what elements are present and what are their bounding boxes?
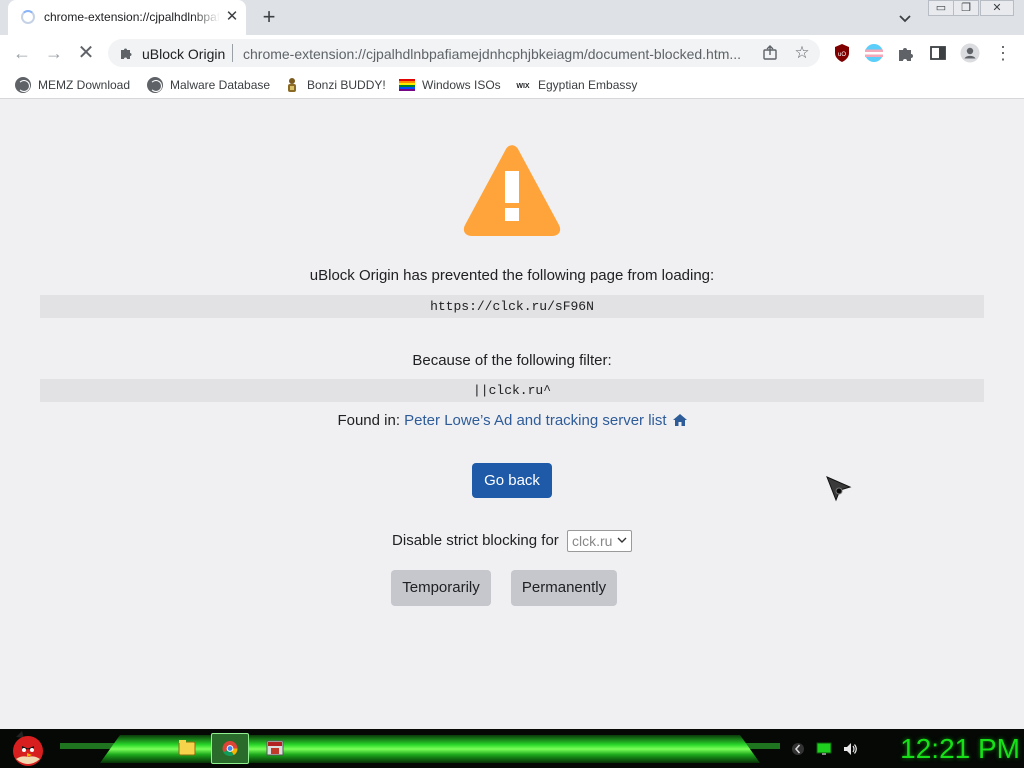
window-minimize-button[interactable]: ▭: [928, 0, 954, 16]
system-tray: [790, 741, 858, 757]
filter-message: Because of the following filter:: [412, 352, 612, 369]
svg-text:WIX: WIX: [516, 83, 530, 90]
active-tab[interactable]: chrome-extension://cjpalhdlnbpafiamejdnh…: [8, 0, 246, 35]
share-icon[interactable]: [762, 45, 778, 61]
bookmark-bonzi-buddy[interactable]: Bonzi BUDDY!: [284, 76, 386, 94]
tab-strip: chrome-extension://cjpalhdlnbpafiamejdnh…: [0, 0, 1024, 35]
mouse-cursor-icon: [826, 476, 852, 502]
back-button[interactable]: ←: [10, 41, 34, 65]
disable-strict-blocking-label: Disable strict blocking for: [392, 531, 559, 549]
warning-icon: [463, 145, 561, 236]
disable-strict-blocking-row: Disable strict blocking for clck.ru: [0, 530, 1024, 552]
url-text[interactable]: chrome-extension://cjpalhdlnbpafiamejdnh…: [243, 46, 755, 62]
window-maximize-button[interactable]: ❐: [953, 0, 979, 16]
volume-icon[interactable]: [842, 741, 858, 757]
chrome-taskbar-icon[interactable]: [211, 733, 249, 764]
extensions-puzzle-icon[interactable]: [896, 43, 916, 63]
side-panel-icon[interactable]: [928, 43, 948, 63]
tab-search-chevron-icon[interactable]: [895, 8, 915, 28]
file-explorer-icon[interactable]: [168, 733, 206, 764]
home-icon[interactable]: [672, 414, 687, 426]
angry-bird-start-icon[interactable]: [8, 729, 48, 768]
globe-icon: [147, 77, 163, 93]
ublock-origin-icon[interactable]: uO: [832, 43, 852, 63]
blocking-filter: ||clck.ru^: [40, 379, 984, 402]
svg-text:uO: uO: [838, 52, 846, 58]
found-in-line: Found in: Peter Lowe’s Ad and tracking s…: [0, 412, 1024, 429]
bookmark-label: Egyptian Embassy: [538, 78, 638, 92]
bookmark-star-icon[interactable]: ☆: [792, 43, 812, 63]
extension-puzzle-icon: [121, 48, 132, 59]
blocked-url: https://clck.ru/sF96N: [40, 295, 984, 318]
bookmark-egyptian-embassy[interactable]: WIX Egyptian Embassy: [515, 76, 637, 94]
tab-close-icon[interactable]: ✕: [223, 8, 241, 26]
media-app-icon[interactable]: [256, 733, 294, 764]
browser-toolbar: ← → ✕ uBlock Origin chrome-extension://c…: [0, 35, 1024, 71]
chevron-down-icon: [617, 537, 627, 543]
wix-icon: WIX: [516, 83, 530, 90]
profile-avatar-icon[interactable]: [960, 43, 980, 63]
bookmark-memz-download[interactable]: MEMZ Download: [15, 76, 130, 94]
bookmark-malware-database[interactable]: Malware Database: [147, 76, 270, 94]
bookmark-label: MEMZ Download: [38, 78, 131, 92]
new-tab-button[interactable]: +: [258, 6, 280, 28]
stop-loading-button[interactable]: ✕: [74, 41, 98, 65]
trans-flag-extension-icon[interactable]: [864, 43, 884, 63]
document-blocked-page: uBlock Origin has prevented the followin…: [0, 99, 1024, 729]
address-separator: [232, 44, 233, 62]
window-close-button[interactable]: ✕: [980, 0, 1014, 16]
tab-title: chrome-extension://cjpalhdlnbpafiamejdnh…: [44, 10, 220, 24]
go-back-button[interactable]: Go back: [472, 463, 552, 498]
network-monitor-icon[interactable]: [816, 741, 832, 757]
taskbar-clock[interactable]: 12:21 PM: [860, 731, 1020, 767]
bookmark-windows-isos[interactable]: Windows ISOs: [399, 76, 501, 94]
bonzi-icon: [288, 78, 296, 92]
address-bar[interactable]: uBlock Origin chrome-extension://cjpalhd…: [108, 39, 820, 67]
found-in-prefix: Found in:: [337, 412, 400, 429]
temporarily-button[interactable]: Temporarily: [391, 570, 491, 606]
bookmark-label: Windows ISOs: [422, 78, 501, 92]
blocked-message: uBlock Origin has prevented the followin…: [309, 267, 715, 284]
domain-select[interactable]: clck.ru: [566, 530, 632, 552]
tray-arrow-icon[interactable]: [790, 741, 806, 757]
bookmark-label: Bonzi BUDDY!: [307, 78, 386, 92]
browser-menu-icon[interactable]: ⋮: [994, 43, 1012, 63]
bookmarks-bar: MEMZ Download Malware Database Bonzi BUD…: [0, 71, 1024, 99]
rainbow-flag-icon: [399, 79, 415, 91]
domain-select-value: clck.ru: [571, 533, 613, 549]
globe-icon: [15, 77, 31, 93]
bookmark-label: Malware Database: [170, 78, 271, 92]
permanently-button[interactable]: Permanently: [511, 570, 617, 606]
taskbar: 12:21 PM: [0, 729, 1024, 768]
site-identity-label[interactable]: uBlock Origin: [142, 46, 225, 62]
forward-button[interactable]: →: [42, 41, 66, 65]
filter-list-link[interactable]: Peter Lowe’s Ad and tracking server list: [404, 412, 666, 429]
loading-spinner-icon: [21, 10, 35, 24]
